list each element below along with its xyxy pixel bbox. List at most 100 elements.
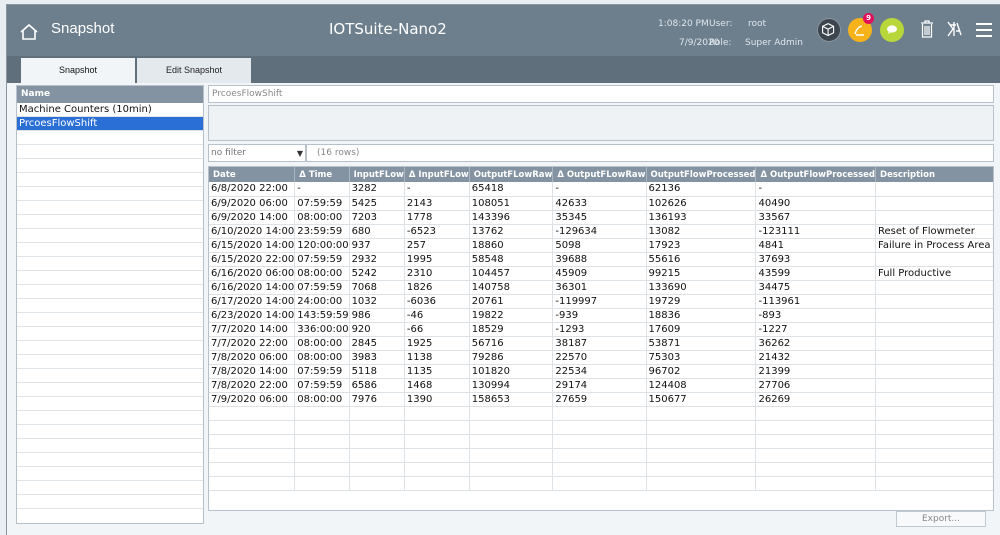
list-item[interactable] <box>17 341 203 355</box>
table-cell: 101820 <box>469 364 554 379</box>
list-item[interactable] <box>17 131 203 145</box>
row-count: (16 rows) <box>306 144 994 162</box>
list-item[interactable] <box>17 159 203 173</box>
tab-edit-snapshot[interactable]: Edit Snapshot <box>137 58 251 83</box>
table-row[interactable] <box>209 476 993 491</box>
list-item[interactable] <box>17 215 203 229</box>
table-cell: -1293 <box>552 322 647 337</box>
table-row[interactable]: 6/8/2020 22:00-3282-65418-62136- <box>209 182 993 197</box>
list-item[interactable] <box>17 313 203 327</box>
table-row[interactable]: 6/10/2020 14:00 23:59:59 680 -6523 13762 -129… <box>209 224 993 239</box>
role-label: Role: <box>709 38 732 48</box>
table-row[interactable]: 7/8/2020 14:00 07:59:59 5118 1135 101820 2253… <box>209 364 993 379</box>
app-title: Snapshot <box>51 20 115 37</box>
table-row[interactable]: 6/16/2020 14:00 07:59:59 7068 1826 140758 363… <box>209 280 993 295</box>
list-item[interactable]: Machine Counters (10min) <box>17 103 203 117</box>
table-cell: 1032 <box>349 294 405 309</box>
tools-icon[interactable] <box>945 19 963 39</box>
list-item[interactable] <box>17 187 203 201</box>
table-cell: 1135 <box>404 364 470 379</box>
table-cell: 143:59:59 <box>294 308 350 323</box>
list-item[interactable] <box>17 495 203 509</box>
table-cell: 45909 <box>552 266 647 281</box>
home-icon[interactable] <box>19 23 39 41</box>
list-item[interactable] <box>17 257 203 271</box>
cube-icon[interactable] <box>817 18 841 42</box>
column-header[interactable]: Δ OutputFLowRaw <box>552 167 647 182</box>
list-item[interactable] <box>17 201 203 215</box>
table-cell: 7068 <box>349 280 405 295</box>
table-cell: 55616 <box>646 252 757 267</box>
list-item[interactable]: PrcoesFlowShift <box>17 117 203 131</box>
table-cell: 18529 <box>469 322 554 337</box>
list-item[interactable] <box>17 299 203 313</box>
list-item[interactable] <box>17 397 203 411</box>
list-item[interactable] <box>17 425 203 439</box>
table-row[interactable] <box>209 448 993 463</box>
table-cell: 2845 <box>349 336 405 351</box>
list-item[interactable] <box>17 481 203 495</box>
column-header[interactable]: Δ InputFLow <box>404 167 470 182</box>
table-cell <box>209 406 296 421</box>
table-row[interactable]: 7/7/2020 14:00 336:00:00 920 -66 18529 -1293 1… <box>209 322 993 337</box>
list-item[interactable] <box>17 439 203 453</box>
table-cell: 143396 <box>469 210 554 225</box>
table-row[interactable]: 6/9/2020 14:00 08:00:00 7203 1778 143396 3534… <box>209 210 993 225</box>
table-cell <box>875 378 993 393</box>
list-item[interactable] <box>17 285 203 299</box>
table-cell <box>755 406 877 421</box>
list-item[interactable] <box>17 411 203 425</box>
table-cell: 27659 <box>552 392 647 407</box>
table-row[interactable]: 6/16/2020 06:00 08:00:00 5242 2310 104457 459… <box>209 266 993 281</box>
snapshot-description-field[interactable] <box>208 105 994 141</box>
chat-icon[interactable] <box>880 18 904 42</box>
table-row[interactable] <box>209 420 993 435</box>
list-item[interactable] <box>17 355 203 369</box>
list-item[interactable] <box>17 173 203 187</box>
table-cell: 08:00:00 <box>294 210 350 225</box>
list-item[interactable] <box>17 271 203 285</box>
table-row[interactable]: 7/8/2020 06:00 08:00:00 3983 1138 79286 22570… <box>209 350 993 365</box>
column-header[interactable]: OutputFLowRaw <box>469 167 554 182</box>
trash-icon[interactable] <box>919 19 935 39</box>
table-row[interactable] <box>209 434 993 449</box>
table-cell: 920 <box>349 322 405 337</box>
menu-icon[interactable] <box>975 22 993 38</box>
table-cell: 2143 <box>404 196 470 211</box>
list-item[interactable] <box>17 467 203 481</box>
filter-select[interactable]: no filter ▼ <box>208 144 306 162</box>
table-row[interactable] <box>209 406 993 421</box>
table-row[interactable]: 6/15/2020 14:00 120:00:00 937 257 18860 5098 1… <box>209 238 993 253</box>
table-row[interactable]: 6/23/2020 14:00 143:59:59 986 -46 19822 -939 1… <box>209 308 993 323</box>
table-cell <box>875 350 993 365</box>
list-item[interactable] <box>17 145 203 159</box>
list-item[interactable] <box>17 453 203 467</box>
column-header[interactable]: InputFLow <box>349 167 405 182</box>
list-item[interactable] <box>17 327 203 341</box>
tab-snapshot[interactable]: Snapshot <box>21 58 135 83</box>
table-row[interactable] <box>209 462 993 477</box>
table-row[interactable]: 7/9/2020 06:00 08:00:00 7976 1390 158653 2765… <box>209 392 993 407</box>
export-button[interactable]: Export... <box>896 511 986 527</box>
table-row[interactable]: 6/15/2020 22:00 07:59:59 2932 1995 58548 3968… <box>209 252 993 267</box>
table-cell: 6/8/2020 22:00 <box>209 182 296 197</box>
table-cell: 08:00:00 <box>294 350 350 365</box>
table-row[interactable]: 7/7/2020 22:00 08:00:00 2845 1925 56716 38187… <box>209 336 993 351</box>
table-row[interactable]: 7/8/2020 22:00 07:59:59 6586 1468 130994 2917… <box>209 378 993 393</box>
table-cell: - <box>755 182 877 197</box>
list-item[interactable] <box>17 243 203 257</box>
table-cell <box>552 448 647 463</box>
column-header[interactable]: Δ Time <box>294 167 350 182</box>
column-header[interactable]: Δ OutputFlowProcessed <box>755 167 877 182</box>
list-item[interactable] <box>17 229 203 243</box>
list-item[interactable] <box>17 369 203 383</box>
table-cell: 102626 <box>646 196 757 211</box>
table-row[interactable]: 6/9/2020 06:00 07:59:59 5425 2143 108051 4263… <box>209 196 993 211</box>
column-header[interactable]: OutputFlowProcessed <box>646 167 757 182</box>
column-header[interactable]: Description <box>875 167 993 182</box>
table-cell: 158653 <box>469 392 554 407</box>
snapshot-name-field[interactable]: PrcoesFlowShift <box>208 85 994 103</box>
column-header[interactable]: Date <box>209 167 296 182</box>
table-row[interactable]: 6/17/2020 14:00 24:00:00 1032 -6036 20761 -11… <box>209 294 993 309</box>
list-item[interactable] <box>17 383 203 397</box>
